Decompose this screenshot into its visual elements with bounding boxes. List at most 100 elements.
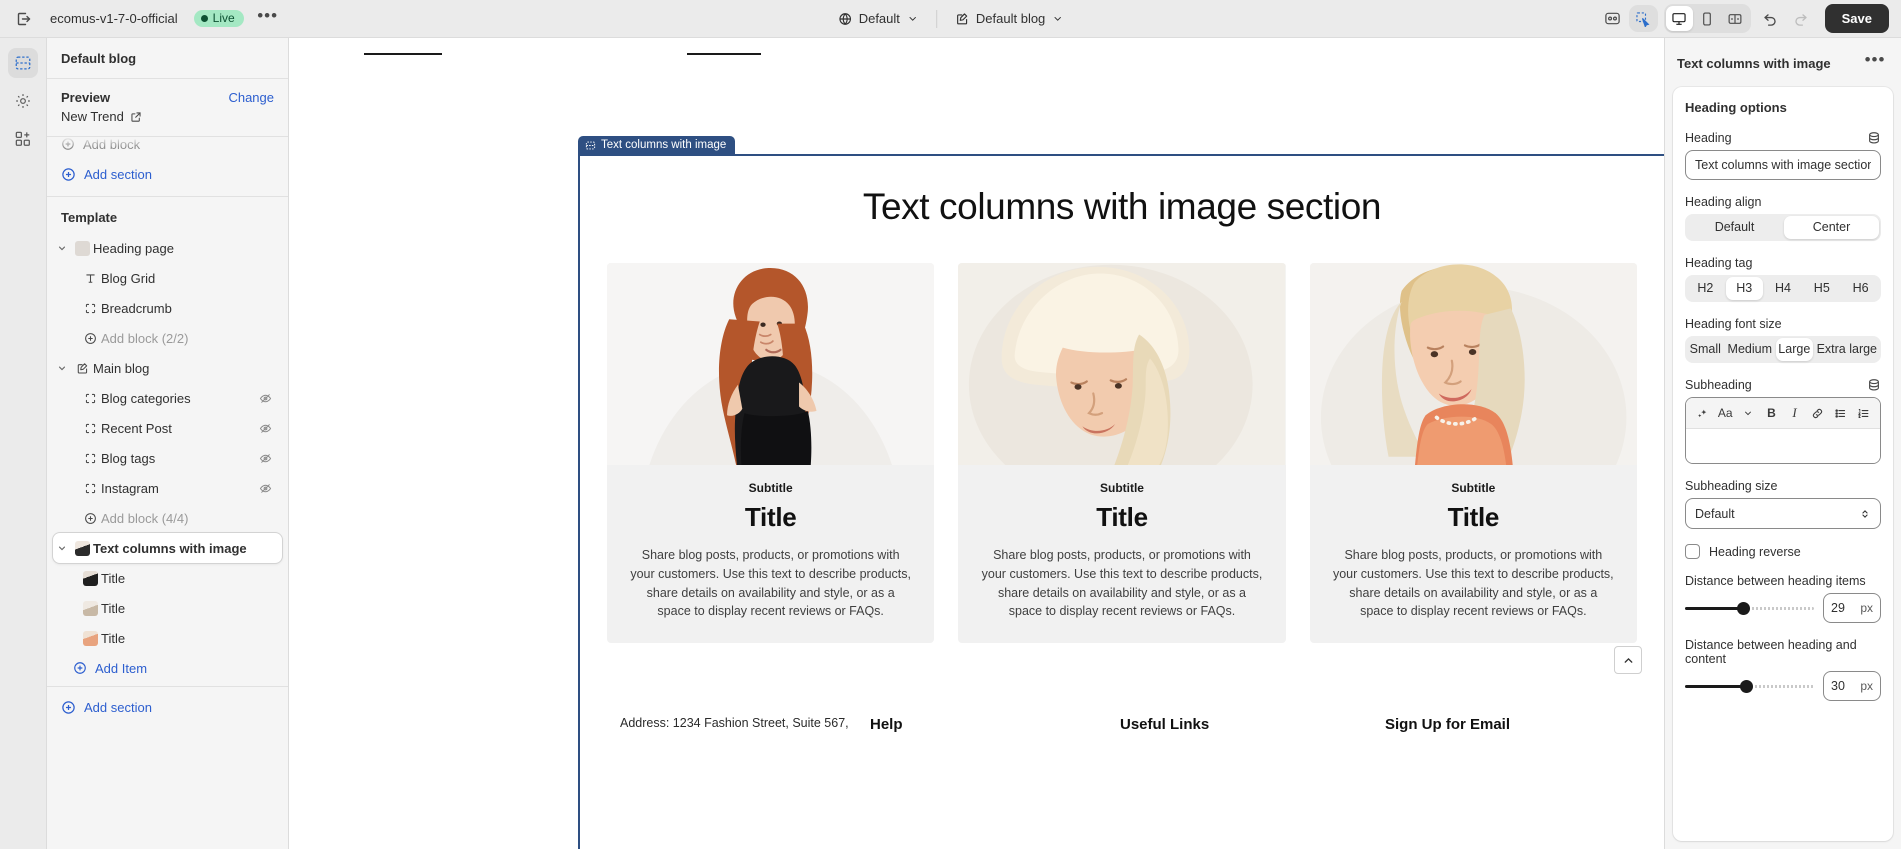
mobile-icon[interactable] bbox=[1694, 6, 1721, 31]
subheading-textarea[interactable] bbox=[1686, 429, 1880, 463]
subheading-size-select[interactable]: Default bbox=[1685, 498, 1881, 529]
ai-magic-icon[interactable] bbox=[1692, 403, 1712, 423]
tree-item-title-3[interactable]: Title bbox=[53, 623, 282, 653]
tree-item-text-columns-with-image[interactable]: Text columns with image bbox=[53, 533, 282, 563]
rail-item-sections[interactable] bbox=[8, 48, 38, 78]
rail-item-apps[interactable] bbox=[8, 124, 38, 154]
tree-item-title-1[interactable]: Title bbox=[53, 563, 282, 593]
distance-heading-items-slider[interactable] bbox=[1685, 600, 1814, 616]
redo-icon bbox=[1787, 5, 1815, 33]
distance-heading-content-slider[interactable] bbox=[1685, 678, 1814, 694]
column-body: Share blog posts, products, or promotion… bbox=[630, 548, 911, 619]
bold-icon[interactable]: B bbox=[1761, 403, 1781, 423]
heading-align-option-default[interactable]: Default bbox=[1687, 216, 1782, 239]
column-body: Share blog posts, products, or promotion… bbox=[981, 548, 1263, 619]
tree-item-instagram[interactable]: Instagram bbox=[53, 473, 282, 503]
column-card[interactable]: Subtitle Title Share blog posts, product… bbox=[958, 263, 1286, 643]
heading-input[interactable] bbox=[1685, 150, 1881, 180]
tree-item-main-blog[interactable]: Main blog bbox=[53, 353, 282, 383]
inspector-icon[interactable] bbox=[1599, 5, 1627, 33]
dynamic-source-icon[interactable] bbox=[1867, 378, 1881, 392]
add-section-bottom-link[interactable]: Add section bbox=[47, 692, 288, 722]
add-section-top-link[interactable]: Add section bbox=[47, 159, 288, 189]
tree-item-blog-tags[interactable]: Blog tags bbox=[53, 443, 282, 473]
numbered-list-icon[interactable] bbox=[1854, 403, 1874, 423]
preview-block: Preview Change New Trend bbox=[47, 79, 288, 137]
block-icon bbox=[79, 302, 101, 315]
slider-knob[interactable] bbox=[1737, 601, 1751, 615]
theme-name: ecomus-v1-7-0-official bbox=[50, 11, 178, 26]
add-item-link[interactable]: Add Item bbox=[47, 653, 288, 683]
sidebar-tree-scroll[interactable]: Add block Add section Template Heading p… bbox=[47, 137, 288, 849]
heading-label: Heading bbox=[1685, 131, 1732, 145]
save-button[interactable]: Save bbox=[1824, 4, 1889, 33]
theme-more-button[interactable]: ••• bbox=[254, 5, 282, 33]
font-size-option-small[interactable]: Small bbox=[1687, 338, 1724, 361]
font-size-option-medium[interactable]: Medium bbox=[1726, 338, 1774, 361]
tree-item-blog-grid[interactable]: Blog Grid bbox=[53, 263, 282, 293]
rail-item-settings[interactable] bbox=[8, 86, 38, 116]
heading-reverse-field[interactable]: Heading reverse bbox=[1685, 544, 1881, 559]
hidden-eye-icon[interactable] bbox=[259, 482, 272, 495]
link-icon[interactable] bbox=[1808, 403, 1828, 423]
tree-item-label: Add block (2/2) bbox=[101, 330, 189, 346]
heading-tag-option-h3[interactable]: H3 bbox=[1725, 277, 1763, 300]
edit-page-icon bbox=[71, 362, 93, 375]
exit-icon[interactable] bbox=[10, 5, 38, 33]
chevron-down-icon[interactable] bbox=[53, 363, 71, 373]
undo-icon[interactable] bbox=[1757, 5, 1785, 33]
font-style-icon[interactable]: Aa bbox=[1715, 403, 1735, 423]
heading-tag-option-h5[interactable]: H5 bbox=[1803, 277, 1840, 300]
inspector-more-button[interactable]: ••• bbox=[1861, 49, 1889, 77]
heading-reverse-checkbox[interactable] bbox=[1685, 544, 1700, 559]
slider-knob[interactable] bbox=[1739, 679, 1753, 693]
columns-grid: Subtitle Title Share blog posts, product… bbox=[580, 228, 1664, 643]
font-size-option-extra-large[interactable]: Extra large bbox=[1815, 338, 1879, 361]
dynamic-source-icon[interactable] bbox=[1867, 131, 1881, 145]
hidden-eye-icon[interactable] bbox=[259, 392, 272, 405]
storefront-frame: Text columns with image Text columns wit… bbox=[289, 38, 1664, 849]
column-image bbox=[1309, 263, 1637, 465]
tree-item-title-2[interactable]: Title bbox=[53, 593, 282, 623]
left-rail bbox=[0, 38, 47, 849]
bullet-list-icon[interactable] bbox=[1831, 403, 1851, 423]
locale-selector[interactable]: Default bbox=[829, 6, 927, 31]
tree-item-recent-post[interactable]: Recent Post bbox=[53, 413, 282, 443]
italic-icon[interactable]: I bbox=[1785, 403, 1805, 423]
status-badge: Live bbox=[193, 10, 244, 27]
add-block-top-link[interactable]: Add block bbox=[47, 137, 288, 159]
heading-tag-option-h2[interactable]: H2 bbox=[1687, 277, 1724, 300]
chevron-down-icon[interactable] bbox=[53, 543, 71, 553]
back-to-top-button[interactable] bbox=[1614, 646, 1642, 674]
desktop-icon[interactable] bbox=[1665, 6, 1693, 31]
selected-section-tab[interactable]: Text columns with image bbox=[578, 136, 736, 155]
hidden-eye-icon[interactable] bbox=[259, 422, 272, 435]
distance-heading-items-value-box[interactable]: 29 px bbox=[1823, 593, 1881, 623]
tree-item-blog-categories[interactable]: Blog categories bbox=[53, 383, 282, 413]
preview-value-row[interactable]: New Trend bbox=[61, 109, 274, 124]
template-selector[interactable]: Default blog bbox=[946, 6, 1072, 31]
column-card[interactable]: Subtitle Title Share blog posts, product… bbox=[1309, 263, 1637, 643]
heading-align-option-center[interactable]: Center bbox=[1784, 216, 1879, 239]
tree-item-label: Title bbox=[101, 600, 126, 616]
chevron-down-icon[interactable] bbox=[53, 243, 71, 253]
block-icon bbox=[79, 392, 101, 405]
plus-circle-icon bbox=[74, 662, 86, 674]
top-bar: ecomus-v1-7-0-official Live ••• Default … bbox=[0, 0, 1901, 38]
tree-item-breadcrumb[interactable]: Breadcrumb bbox=[53, 293, 282, 323]
column-card[interactable]: Subtitle Title Share blog posts, product… bbox=[607, 263, 935, 643]
plus-circle-icon bbox=[62, 138, 74, 150]
distance-heading-content-value-box[interactable]: 30 px bbox=[1823, 671, 1881, 701]
change-preview-link[interactable]: Change bbox=[228, 90, 274, 105]
heading-tag-option-h4[interactable]: H4 bbox=[1765, 277, 1802, 300]
tree-item-heading-page[interactable]: Heading page bbox=[53, 233, 282, 263]
hidden-eye-icon[interactable] bbox=[259, 452, 272, 465]
preview-canvas[interactable]: Text columns with image Text columns wit… bbox=[289, 38, 1664, 849]
cursor-select-icon[interactable] bbox=[1628, 5, 1658, 32]
fullwidth-icon[interactable] bbox=[1722, 6, 1749, 31]
heading-tag-option-h6[interactable]: H6 bbox=[1842, 277, 1879, 300]
block-thumb-icon bbox=[79, 570, 101, 586]
chevron-down-icon[interactable] bbox=[1738, 403, 1758, 423]
font-size-option-large[interactable]: Large bbox=[1776, 338, 1813, 361]
inspector-panel: Text columns with image ••• Heading opti… bbox=[1664, 38, 1901, 849]
